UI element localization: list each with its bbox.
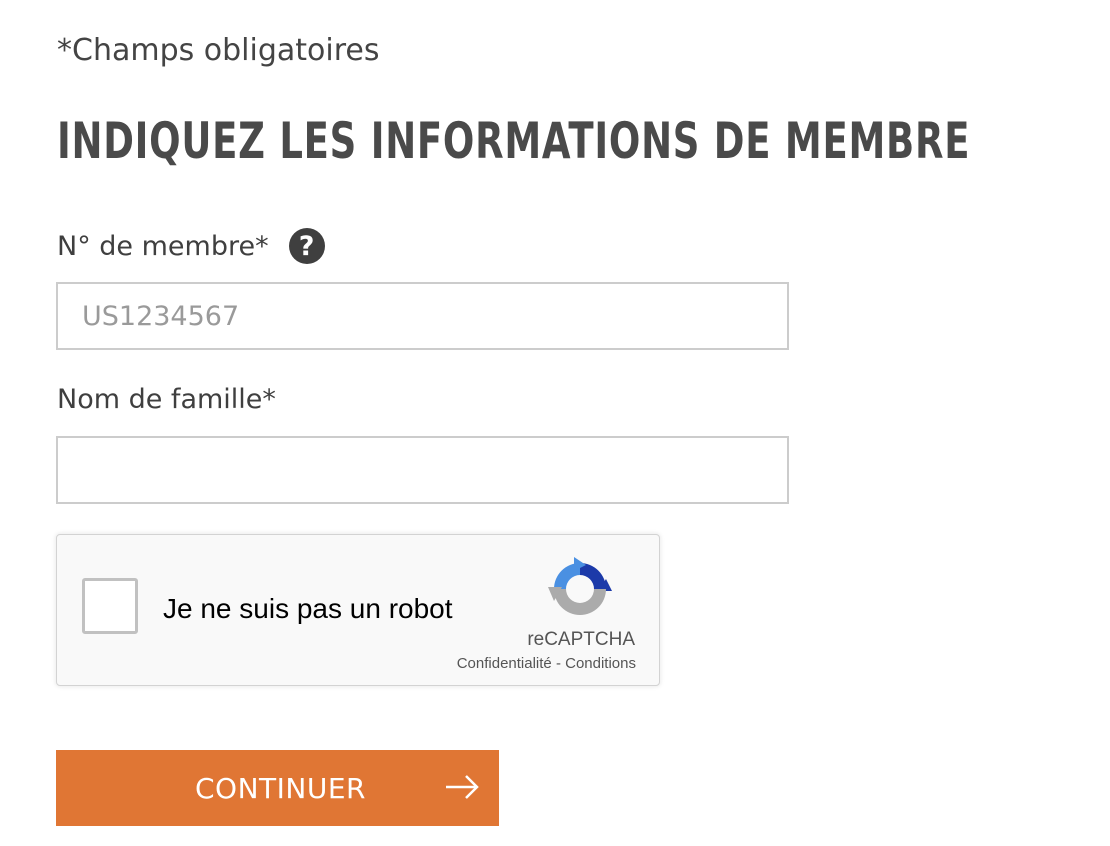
member-number-input[interactable]: [56, 282, 789, 350]
question-mark-circle-icon[interactable]: ?: [288, 228, 325, 264]
last-name-label-text: Nom de famille*: [57, 384, 276, 415]
continue-button[interactable]: CONTINUER: [56, 750, 499, 826]
page-title: INDIQUEZ LES INFORMATIONS DE MEMBRE: [57, 112, 971, 170]
member-number-label-text: N° de membre*: [57, 230, 269, 262]
last-name-input[interactable]: [56, 436, 789, 504]
continue-button-label: CONTINUER: [195, 772, 366, 805]
last-name-label: Nom de famille*: [57, 384, 276, 415]
arrow-right-icon: [446, 775, 479, 799]
recaptcha-separator: -: [555, 655, 561, 672]
recaptcha-widget: Je ne suis pas un robot reCAPTCHA Confid…: [56, 534, 660, 686]
required-fields-note: *Champs obligatoires: [57, 33, 380, 68]
member-number-label: N° de membre* ?: [57, 228, 325, 264]
recaptcha-logo-icon: [548, 557, 612, 615]
recaptcha-checkbox[interactable]: [82, 578, 138, 634]
recaptcha-label: Je ne suis pas un robot: [163, 593, 453, 624]
recaptcha-brand: reCAPTCHA: [527, 629, 635, 650]
recaptcha-terms-link[interactable]: Conditions: [565, 655, 636, 672]
recaptcha-privacy-link[interactable]: Confidentialité: [457, 655, 552, 672]
recaptcha-links: Confidentialité - Conditions: [457, 655, 636, 672]
